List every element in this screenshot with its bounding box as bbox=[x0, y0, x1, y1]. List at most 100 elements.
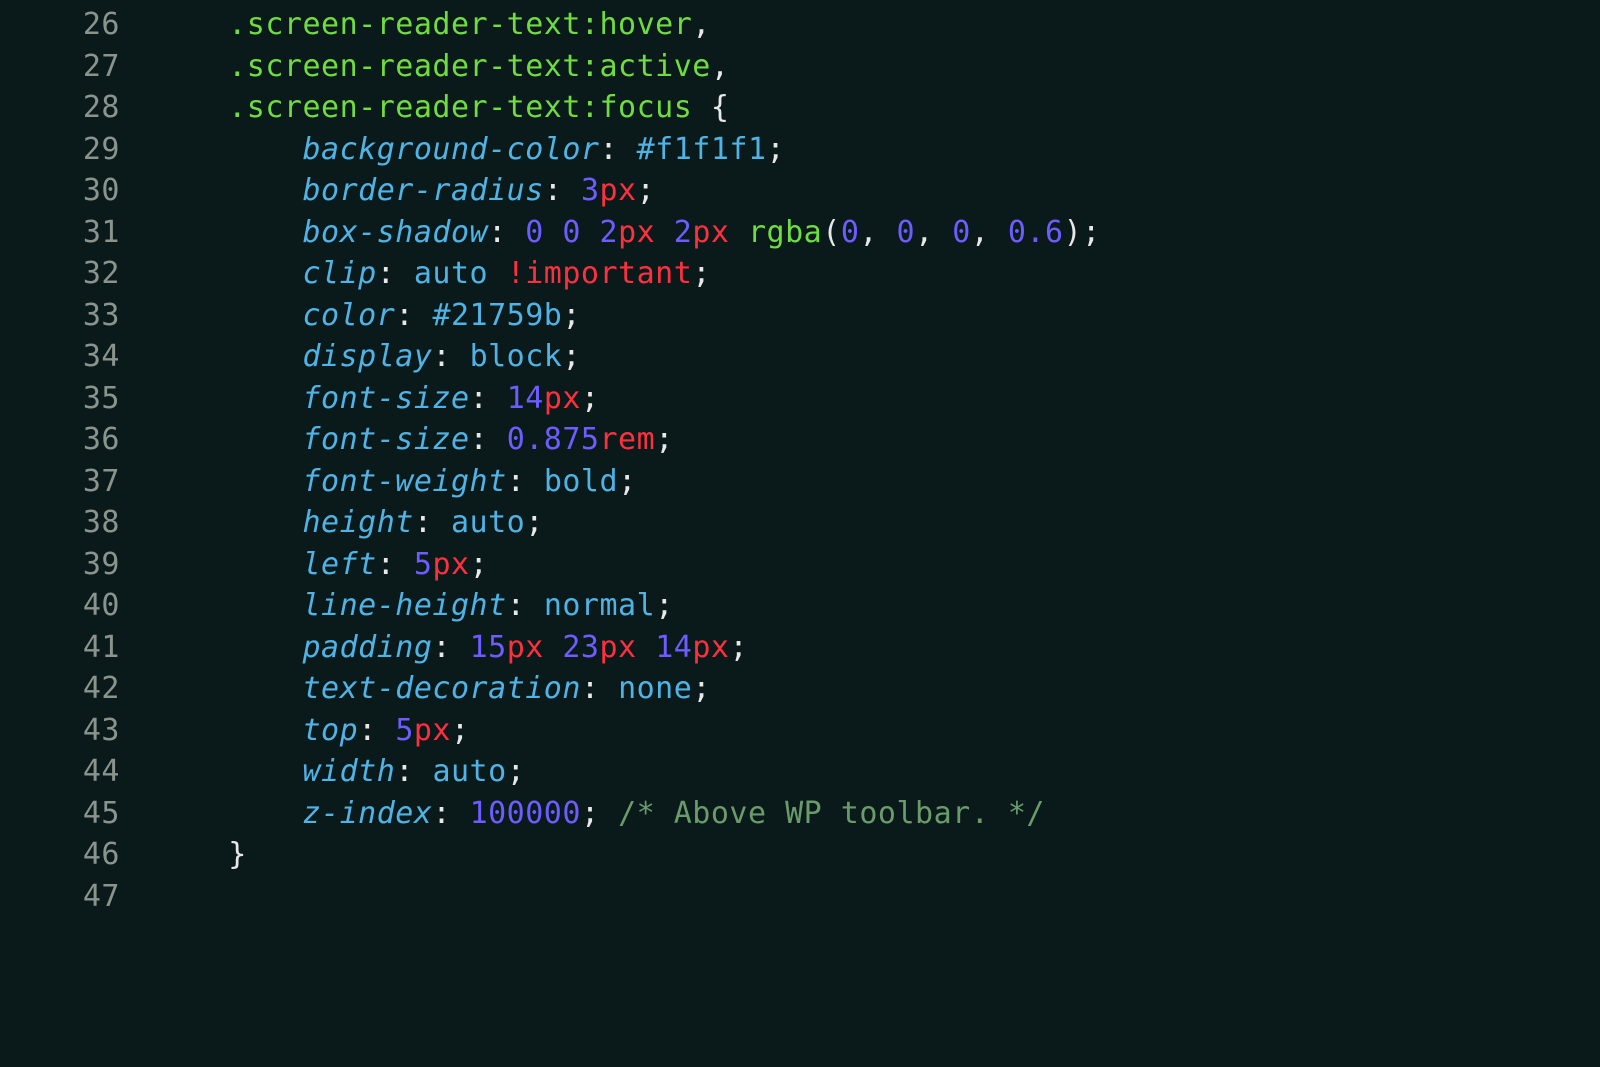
token-semicolon: ; bbox=[451, 713, 470, 748]
code-line[interactable]: 30 border-radius: 3px; bbox=[10, 170, 1600, 212]
token-punct: , bbox=[915, 215, 952, 250]
token-colon: : bbox=[507, 464, 544, 499]
code-content[interactable]: height: auto; bbox=[154, 502, 1600, 544]
token-punct bbox=[729, 215, 748, 250]
indent bbox=[154, 713, 303, 748]
token-punct bbox=[544, 630, 563, 665]
token-ident: none bbox=[618, 671, 692, 706]
token-ident: auto bbox=[451, 505, 525, 540]
token-num: 100000 bbox=[470, 796, 581, 831]
code-line[interactable]: 36 font-size: 0.875rem; bbox=[10, 419, 1600, 461]
indent bbox=[154, 588, 303, 623]
token-prop: top bbox=[303, 713, 359, 748]
token-num: 3 bbox=[581, 173, 600, 208]
line-number: 45 bbox=[10, 793, 154, 835]
token-colon: : bbox=[414, 505, 451, 540]
code-content[interactable]: left: 5px; bbox=[154, 544, 1600, 586]
token-semicolon: ; bbox=[655, 422, 674, 457]
code-content[interactable]: background-color: #f1f1f1; bbox=[154, 129, 1600, 171]
token-semicolon: ; bbox=[581, 381, 600, 416]
token-num: 23 bbox=[562, 630, 599, 665]
code-content[interactable]: font-size: 0.875rem; bbox=[154, 419, 1600, 461]
code-content[interactable]: padding: 15px 23px 14px; bbox=[154, 627, 1600, 669]
token-num: 2 bbox=[600, 215, 619, 250]
code-line[interactable]: 41 padding: 15px 23px 14px; bbox=[10, 627, 1600, 669]
indent bbox=[154, 90, 228, 125]
code-line[interactable]: 40 line-height: normal; bbox=[10, 585, 1600, 627]
code-line[interactable]: 37 font-weight: bold; bbox=[10, 461, 1600, 503]
line-number: 44 bbox=[10, 751, 154, 793]
token-prop: color bbox=[303, 298, 396, 333]
code-content[interactable]: display: block; bbox=[154, 336, 1600, 378]
code-line[interactable]: 26 .screen-reader-text:hover, bbox=[10, 4, 1600, 46]
token-colon: : bbox=[488, 215, 525, 250]
token-punct bbox=[581, 215, 600, 250]
code-content[interactable]: line-height: normal; bbox=[154, 585, 1600, 627]
token-colon: : bbox=[432, 339, 469, 374]
indent bbox=[154, 7, 228, 42]
token-punct: , bbox=[971, 215, 1008, 250]
code-line[interactable]: 42 text-decoration: none; bbox=[10, 668, 1600, 710]
token-important: !important bbox=[507, 256, 693, 291]
code-line[interactable]: 43 top: 5px; bbox=[10, 710, 1600, 752]
code-content[interactable]: color: #21759b; bbox=[154, 295, 1600, 337]
token-pseudo: active bbox=[599, 49, 710, 84]
code-line[interactable]: 33 color: #21759b; bbox=[10, 295, 1600, 337]
code-content[interactable]: .screen-reader-text:hover, bbox=[154, 4, 1600, 46]
code-line[interactable]: 27 .screen-reader-text:active, bbox=[10, 46, 1600, 88]
line-number: 28 bbox=[10, 87, 154, 129]
token-selector: : bbox=[581, 7, 600, 42]
code-line[interactable]: 39 left: 5px; bbox=[10, 544, 1600, 586]
token-colon: : bbox=[395, 754, 432, 789]
code-line[interactable]: 45 z-index: 100000; /* Above WP toolbar.… bbox=[10, 793, 1600, 835]
code-content[interactable]: text-decoration: none; bbox=[154, 668, 1600, 710]
token-prop: box-shadow bbox=[303, 215, 489, 250]
line-number: 42 bbox=[10, 668, 154, 710]
code-content[interactable]: box-shadow: 0 0 2px 2px rgba(0, 0, 0, 0.… bbox=[154, 212, 1600, 254]
token-selector: .screen-reader-text bbox=[228, 90, 581, 125]
code-line[interactable]: 47 bbox=[10, 876, 1600, 918]
token-selector: .screen-reader-text bbox=[228, 7, 581, 42]
code-line[interactable]: 34 display: block; bbox=[10, 336, 1600, 378]
code-editor[interactable]: 26 .screen-reader-text:hover,27 .screen-… bbox=[0, 0, 1600, 917]
code-line[interactable]: 32 clip: auto !important; bbox=[10, 253, 1600, 295]
code-line[interactable]: 38 height: auto; bbox=[10, 502, 1600, 544]
token-comment: /* Above WP toolbar. */ bbox=[618, 796, 1045, 831]
indent bbox=[154, 256, 303, 291]
line-number: 30 bbox=[10, 170, 154, 212]
token-prop: display bbox=[303, 339, 433, 374]
code-content[interactable]: clip: auto !important; bbox=[154, 253, 1600, 295]
indent bbox=[154, 630, 303, 665]
indent bbox=[154, 173, 303, 208]
code-content[interactable]: top: 5px; bbox=[154, 710, 1600, 752]
code-content[interactable]: z-index: 100000; /* Above WP toolbar. */ bbox=[154, 793, 1600, 835]
code-content[interactable]: } bbox=[154, 834, 1600, 876]
line-number: 36 bbox=[10, 419, 154, 461]
code-content[interactable]: border-radius: 3px; bbox=[154, 170, 1600, 212]
token-colon: : bbox=[358, 713, 395, 748]
code-content[interactable]: .screen-reader-text:focus { bbox=[154, 87, 1600, 129]
token-hex: #f1f1f1 bbox=[637, 132, 767, 167]
code-line[interactable]: 29 background-color: #f1f1f1; bbox=[10, 129, 1600, 171]
code-line[interactable]: 28 .screen-reader-text:focus { bbox=[10, 87, 1600, 129]
token-colon: : bbox=[377, 256, 414, 291]
code-content[interactable]: .screen-reader-text:active, bbox=[154, 46, 1600, 88]
code-line[interactable]: 31 box-shadow: 0 0 2px 2px rgba(0, 0, 0,… bbox=[10, 212, 1600, 254]
code-content[interactable]: font-weight: bold; bbox=[154, 461, 1600, 503]
token-selector: : bbox=[581, 90, 600, 125]
code-line[interactable]: 35 font-size: 14px; bbox=[10, 378, 1600, 420]
code-line[interactable]: 46 } bbox=[10, 834, 1600, 876]
token-num: 0 bbox=[525, 215, 544, 250]
code-content[interactable]: font-size: 14px; bbox=[154, 378, 1600, 420]
code-line[interactable]: 44 width: auto; bbox=[10, 751, 1600, 793]
line-number: 32 bbox=[10, 253, 154, 295]
token-num: 15 bbox=[470, 630, 507, 665]
token-unit: px bbox=[414, 713, 451, 748]
token-colon: : bbox=[432, 630, 469, 665]
token-num: 0 bbox=[897, 215, 916, 250]
token-semicolon: ; bbox=[1082, 215, 1101, 250]
code-content[interactable]: width: auto; bbox=[154, 751, 1600, 793]
indent bbox=[154, 132, 303, 167]
token-unit: px bbox=[692, 215, 729, 250]
line-number: 33 bbox=[10, 295, 154, 337]
